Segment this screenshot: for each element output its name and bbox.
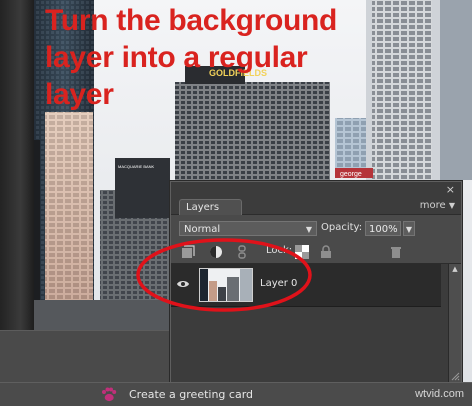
watermark: wtvid.com bbox=[415, 388, 464, 400]
panel-titlebar[interactable]: × bbox=[171, 182, 461, 197]
opacity-input[interactable]: 100% bbox=[365, 221, 401, 236]
blend-mode-select[interactable]: Normal ▼ bbox=[179, 221, 317, 236]
headline-line-3: layer bbox=[45, 78, 114, 111]
scroll-up-icon[interactable]: ▲ bbox=[449, 264, 461, 274]
tutorial-headline: Turn the background layer into a regular… bbox=[45, 2, 345, 113]
headline-line-2: layer into a regular bbox=[45, 41, 308, 74]
project-bin-bar: Create a greeting card wtvid.com bbox=[0, 382, 472, 406]
shop-sign: george bbox=[340, 171, 362, 178]
canvas-frame bbox=[0, 0, 34, 382]
paw-icon bbox=[102, 387, 117, 402]
resize-grip-icon[interactable] bbox=[450, 371, 460, 381]
close-icon[interactable]: × bbox=[446, 182, 455, 197]
trash-icon[interactable] bbox=[389, 245, 403, 259]
lock-all-icon[interactable] bbox=[319, 245, 333, 259]
tower-sign: MACQUARIE BANK bbox=[118, 164, 155, 169]
tab-layers[interactable]: Layers bbox=[179, 199, 243, 215]
annotation-circle bbox=[136, 238, 312, 312]
opacity-label: Opacity: bbox=[321, 222, 363, 233]
chevron-down-icon: ▼ bbox=[448, 201, 455, 210]
more-menu-button[interactable]: more ▼ bbox=[420, 199, 455, 213]
panel-tab-row: Layers more ▼ bbox=[171, 197, 461, 215]
chevron-down-icon: ▼ bbox=[305, 225, 312, 234]
opacity-dropdown-button[interactable]: ▼ bbox=[403, 221, 415, 236]
create-greeting-card-link[interactable]: Create a greeting card bbox=[129, 388, 253, 401]
blend-mode-value: Normal bbox=[184, 224, 221, 235]
headline-line-1: Turn the background bbox=[45, 4, 338, 37]
more-label: more bbox=[419, 200, 446, 211]
workspace-bottom bbox=[0, 330, 170, 383]
